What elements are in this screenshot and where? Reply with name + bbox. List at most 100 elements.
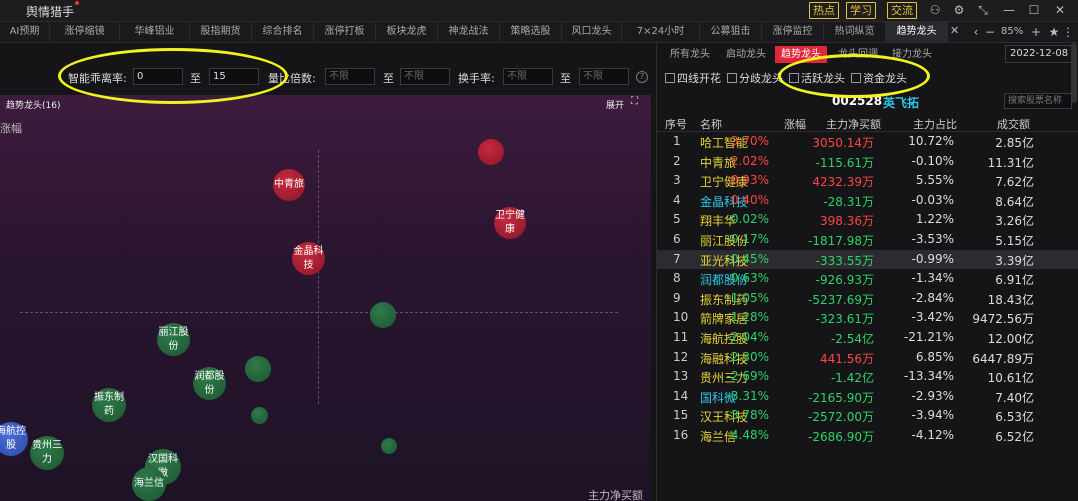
checkbox-divergence[interactable]: 分歧龙头: [727, 70, 783, 86]
tab-hot-words[interactable]: 热词纵览: [824, 22, 886, 42]
user-icon[interactable]: ⚇: [927, 2, 943, 18]
fullscreen-icon[interactable]: ⛶: [631, 96, 643, 108]
bubble[interactable]: 卫宁健康: [494, 207, 526, 239]
rp-tab-all[interactable]: 所有龙头: [665, 46, 715, 63]
tab-trend-dragon[interactable]: 趋势龙头: [886, 22, 948, 42]
bubble[interactable]: 中青旅: [273, 169, 305, 201]
table-row[interactable]: 13 贵州三力 -2.69% -1.42亿 -13.34% 10.61亿: [657, 367, 1078, 386]
tab-minus-icon[interactable]: −: [982, 24, 998, 40]
row-change: -1.28%: [726, 310, 769, 325]
tab-menu-icon[interactable]: ⋮: [1060, 24, 1076, 40]
deviation-from-input[interactable]: [133, 68, 183, 85]
row-volume: 10.61亿: [987, 371, 1034, 386]
col-ratio[interactable]: 主力占比: [913, 116, 957, 132]
tab-rank[interactable]: 综合排名: [252, 22, 314, 42]
col-net-buy[interactable]: 主力净买额: [826, 116, 881, 132]
table-row[interactable]: 8 润都股份 -0.63% -926.93万 -1.34% 6.91亿: [657, 269, 1078, 288]
turnover-from-input[interactable]: [503, 68, 553, 85]
tab-limit-monitor[interactable]: 涨停监控: [762, 22, 824, 42]
table-row[interactable]: 12 海融科技 -2.30% 441.56万 6.85% 6447.89万: [657, 348, 1078, 367]
volume-ratio-to-input[interactable]: [400, 68, 450, 85]
bubble[interactable]: 润都股份: [193, 367, 226, 400]
table-row[interactable]: 15 汉王科技 -3.78% -2572.00万 -3.94% 6.53亿: [657, 406, 1078, 425]
hot-button[interactable]: 热点: [809, 2, 839, 19]
row-net-buy: 4232.39万: [812, 175, 874, 190]
close-icon[interactable]: ✕: [1052, 2, 1068, 18]
turnover-to-input[interactable]: [579, 68, 629, 85]
tab-sector-dragon[interactable]: 板块龙虎: [376, 22, 438, 42]
table-row[interactable]: 7 亚光科技 -0.45% -333.55万 -0.99% 3.39亿: [657, 249, 1078, 269]
bubble[interactable]: [478, 139, 504, 165]
app-title: 舆情猎手: [26, 5, 75, 19]
row-net-buy: -1817.98万: [808, 234, 874, 248]
col-index[interactable]: 序号: [665, 116, 687, 132]
rp-tab-launch[interactable]: 启动龙头: [721, 46, 771, 63]
maximize-icon[interactable]: ☐: [1026, 2, 1042, 18]
row-volume: 7.62亿: [995, 175, 1034, 190]
tab-close-icon[interactable]: ✕: [950, 24, 959, 37]
tab-add-icon[interactable]: +: [1028, 24, 1044, 40]
bubble[interactable]: 海兰信: [132, 467, 166, 501]
checkbox-capital[interactable]: 资金龙头: [851, 70, 907, 86]
bubble[interactable]: [245, 356, 271, 382]
col-name[interactable]: 名称: [700, 116, 722, 132]
stock-search-input[interactable]: [1004, 93, 1072, 109]
deviation-to-input[interactable]: [209, 68, 259, 85]
table-row[interactable]: 16 海兰信 -4.48% -2686.90万 -4.12% 6.52亿: [657, 426, 1078, 445]
to-label-1: 至: [190, 72, 201, 85]
settings-icon[interactable]: ⚙: [951, 2, 967, 18]
row-volume: 6.53亿: [995, 410, 1034, 425]
col-change[interactable]: 涨幅: [784, 116, 806, 132]
title-bar: 舆情猎手 热点 学习 交流 ⚇ ⚙ ⤡ — ☐ ✕: [0, 0, 1078, 22]
table-row[interactable]: 11 海航控股 -2.04% -2.54亿 -21.21% 12.00亿: [657, 328, 1078, 347]
tab-fund-snipe[interactable]: 公募狙击: [700, 22, 762, 42]
learn-button[interactable]: 学习: [846, 2, 876, 19]
bubble[interactable]: 海航控股: [0, 422, 28, 456]
rp-tab-pullback[interactable]: 龙头回调: [833, 46, 883, 63]
checkbox-four-lines[interactable]: 四线开花: [665, 70, 721, 86]
bubble[interactable]: [381, 438, 397, 454]
table-row[interactable]: 2 中青旅 2.02% -115.61万 -0.10% 11.31亿: [657, 152, 1078, 171]
tab-dragon-strategy[interactable]: 神龙战法: [438, 22, 500, 42]
shrink-icon[interactable]: ⤡: [975, 2, 991, 18]
row-volume: 6.52亿: [995, 430, 1034, 444]
exchange-button[interactable]: 交流: [887, 2, 917, 19]
table-row[interactable]: 1 哈工智能 3.70% 3050.14万 10.72% 2.85亿: [657, 132, 1078, 151]
tab-index-futures[interactable]: 股指期货: [190, 22, 252, 42]
bubble[interactable]: 贵州三力: [30, 436, 64, 470]
bubble[interactable]: 金晶科技: [292, 242, 325, 275]
stock-list-panel: 所有龙头 启动龙头 趋势龙头 龙头回调 接力龙头 2022-12-08 四线开花…: [656, 43, 1078, 501]
table-row[interactable]: 14 国科微 -3.31% -2165.90万 -2.93% 7.40亿: [657, 387, 1078, 406]
bubble[interactable]: 丽江股份: [157, 323, 190, 356]
row-ratio: -3.53%: [911, 232, 954, 246]
tab-trend-leaders[interactable]: 风口龙头: [562, 22, 622, 42]
tab-huafeng[interactable]: 华峰铝业: [120, 22, 190, 42]
col-volume[interactable]: 成交额: [997, 116, 1030, 132]
bubble[interactable]: [251, 407, 268, 424]
table-row[interactable]: 9 振东制药 -1.05% -5237.69万 -2.84% 18.43亿: [657, 289, 1078, 308]
tab-strategy-select[interactable]: 策略选股: [500, 22, 562, 42]
bubble[interactable]: 振东制药: [92, 388, 126, 422]
row-ratio: 1.22%: [915, 212, 954, 227]
row-volume: 6447.89万: [972, 351, 1034, 366]
table-row[interactable]: 4 金晶科技 0.40% -28.31万 -0.03% 8.64亿: [657, 191, 1078, 210]
rp-tab-trend[interactable]: 趋势龙头: [775, 46, 827, 63]
checkbox-active[interactable]: 活跃龙头: [789, 70, 845, 86]
date-picker[interactable]: 2022-12-08: [1005, 45, 1073, 63]
table-row[interactable]: 3 卫宁健康 0.93% 4232.39万 5.55% 7.62亿: [657, 171, 1078, 190]
table-row[interactable]: 6 丽江股份 -0.17% -1817.98万 -3.53% 5.15亿: [657, 230, 1078, 249]
tab-7x24[interactable]: 7×24小时: [622, 22, 700, 42]
table-row[interactable]: 5 翔丰华 -0.02% 398.36万 1.22% 3.26亿: [657, 210, 1078, 229]
row-ratio: -4.12%: [911, 428, 954, 442]
minimize-icon[interactable]: —: [1001, 2, 1017, 18]
help-icon[interactable]: ?: [636, 71, 648, 83]
expand-button[interactable]: 展开: [606, 98, 624, 111]
tab-limit-up-mirror[interactable]: 涨停缩镜: [50, 22, 120, 42]
table-row[interactable]: 10 箭牌家居 -1.28% -323.61万 -3.42% 9472.56万: [657, 308, 1078, 327]
bubble[interactable]: [370, 302, 396, 328]
rp-tab-relay[interactable]: 接力龙头: [887, 46, 937, 63]
tab-limit-up-board[interactable]: 涨停打板: [314, 22, 376, 42]
row-ratio: -13.34%: [903, 369, 954, 384]
volume-ratio-from-input[interactable]: [325, 68, 375, 85]
tab-ai[interactable]: AI预期: [0, 22, 50, 42]
